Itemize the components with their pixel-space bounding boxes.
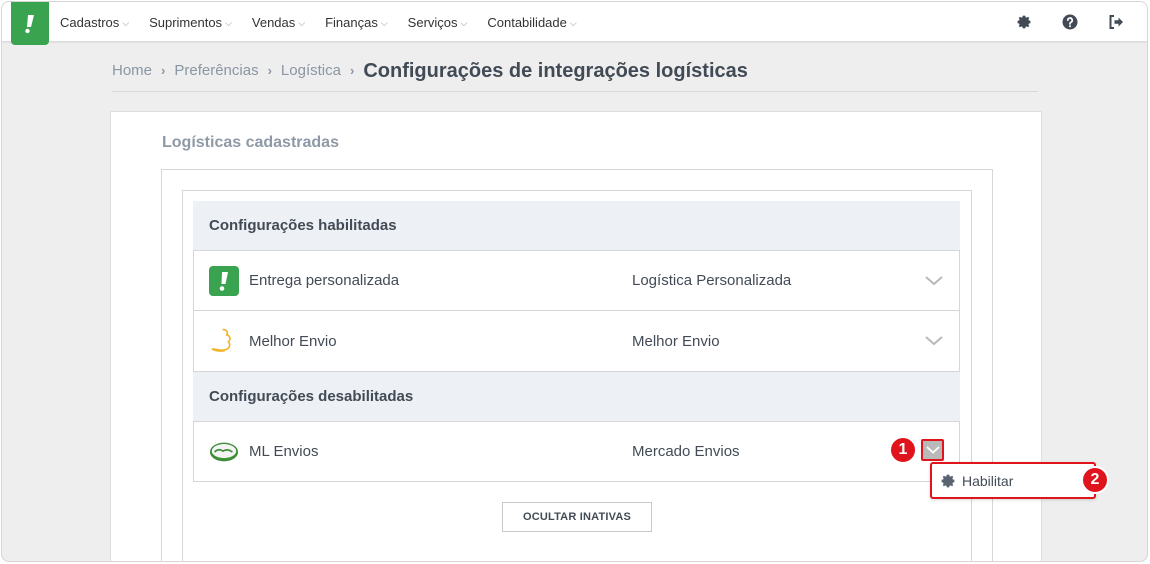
section-title: Logísticas cadastradas	[162, 134, 339, 151]
chevron-down-icon: ⌵	[122, 17, 130, 28]
chevron-down-icon: ⌵	[380, 17, 388, 28]
logistics-type: Melhor Envio	[632, 332, 720, 350]
disabled-section: Configurações desabilitadas ML Envios Me…	[193, 372, 960, 482]
chevron-right-icon: ›	[349, 63, 355, 78]
step-badge-2: 2	[1081, 466, 1109, 494]
breadcrumb-home[interactable]: Home	[112, 59, 152, 83]
help-icon[interactable]	[1061, 13, 1079, 31]
menu-financas[interactable]: Finanças ⌵	[325, 15, 388, 30]
chevron-down-icon: ⌵	[225, 17, 232, 28]
menu-label: Suprimentos	[149, 14, 223, 30]
top-navbar: Cadastros ⌵ Suprimentos ⌵ Vendas ⌵ Finan…	[2, 2, 1147, 45]
menu-servicos[interactable]: Serviços ⌵	[408, 15, 468, 30]
chevron-down-icon: ⌵	[569, 17, 577, 28]
menu-label: Cadastros	[60, 14, 120, 30]
menu-label: Vendas	[251, 14, 296, 30]
bling-logo-icon	[25, 14, 34, 33]
gear-icon[interactable]	[1015, 13, 1033, 31]
enable-menu-item[interactable]: Habilitar	[930, 462, 1096, 499]
logistics-name: Melhor Envio	[249, 332, 337, 350]
chevron-right-icon: ›	[161, 63, 166, 78]
step-badge-1: 1	[889, 436, 917, 464]
chevron-down-icon	[925, 446, 940, 454]
enabled-section: Configurações habilitadas Entrega person…	[193, 201, 960, 372]
bling-logo-icon	[209, 265, 239, 296]
logistics-type: Mercado Envios	[632, 443, 740, 460]
melhor-envio-logo-icon	[209, 326, 239, 356]
menu-cadastros[interactable]: Cadastros ⌵	[60, 15, 129, 30]
logistics-name: Entrega personalizada	[249, 272, 400, 289]
logistics-row: Melhor Envio Melhor Envio	[193, 311, 960, 372]
chevron-right-icon: ›	[267, 63, 272, 78]
chevron-down-icon[interactable]	[924, 271, 944, 291]
row-options-toggle[interactable]	[921, 439, 944, 461]
menu-label: Serviços	[407, 14, 458, 30]
logistics-list: Configurações habilitadas Entrega person…	[182, 190, 972, 561]
logistics-row: Entrega personalizada Logística Personal…	[193, 250, 960, 311]
logistics-type: Logística Personalizada	[632, 272, 792, 289]
breadcrumb: Home › Preferências › Logística › Config…	[112, 59, 1038, 92]
chevron-down-icon[interactable]	[924, 331, 944, 351]
disabled-header: Configurações desabilitadas	[193, 372, 960, 421]
mercado-envios-logo-icon	[209, 437, 239, 467]
logout-icon[interactable]	[1107, 13, 1125, 31]
main-panel: Logísticas cadastradas Configurações hab…	[110, 111, 1042, 561]
nav-actions	[987, 2, 1125, 42]
logistics-row: ML Envios Mercado Envios	[193, 421, 960, 482]
app-window: Cadastros ⌵ Suprimentos ⌵ Vendas ⌵ Finan…	[1, 1, 1148, 562]
gear-icon	[940, 473, 956, 489]
enable-label: Habilitar	[962, 472, 1014, 489]
menu-vendas[interactable]: Vendas ⌵	[252, 15, 305, 30]
enabled-header: Configurações habilitadas	[193, 201, 960, 250]
page-title: Configurações de integrações logísticas	[363, 60, 748, 82]
menu-suprimentos[interactable]: Suprimentos ⌵	[149, 15, 232, 30]
breadcrumb-preferencias[interactable]: Preferências	[174, 59, 258, 83]
hide-inactive-button[interactable]: OCULTAR INATIVAS	[502, 502, 652, 532]
main-menu: Cadastros ⌵ Suprimentos ⌵ Vendas ⌵ Finan…	[60, 2, 597, 42]
chevron-down-icon: ⌵	[298, 17, 306, 28]
chevron-down-icon: ⌵	[460, 17, 468, 28]
logistics-name: ML Envios	[249, 443, 319, 460]
menu-label: Contabilidade	[487, 14, 567, 30]
breadcrumb-logistica[interactable]: Logística	[281, 59, 341, 83]
menu-label: Finanças	[325, 14, 378, 30]
logistics-container: Configurações habilitadas Entrega person…	[161, 169, 993, 561]
menu-contabilidade[interactable]: Contabilidade ⌵	[487, 15, 576, 30]
app-logo[interactable]	[11, 2, 49, 45]
